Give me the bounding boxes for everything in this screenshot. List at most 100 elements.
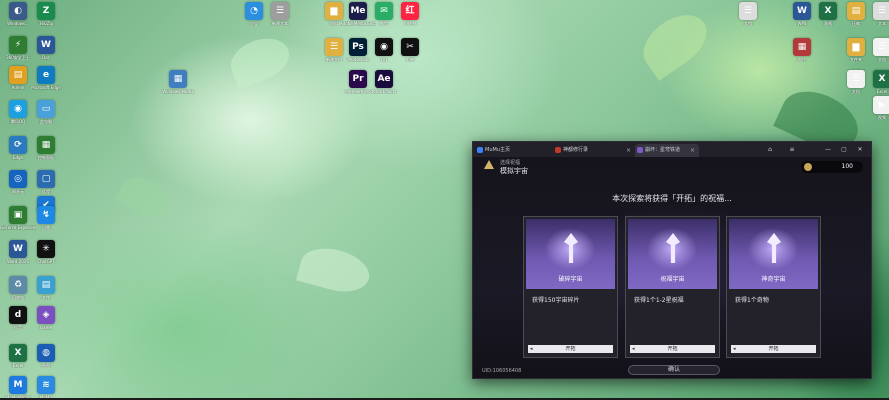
wallpaper-leaf [224,30,296,90]
app-icon: Ae [375,70,393,88]
desktop-icon-label: 剪映 [406,57,414,62]
tab-star-rail[interactable]: 崩坏：星穹铁道 × [635,144,699,157]
home-icon[interactable]: ⌂ [765,144,775,155]
tab-shendu[interactable]: 神都修行录 × [553,144,635,157]
select-card-button[interactable]: ◂ 开拓 [731,345,816,353]
select-card-label: 开拓 [667,346,678,352]
desktop-icon[interactable]: ◍ 画图 [28,344,64,368]
desktop-icon-label: 文档 [744,21,752,26]
desktop-icon[interactable]: ✳ ChatGPT [28,240,64,264]
desktop-icon[interactable]: X Excel [864,70,889,94]
app-icon: ▭ [37,100,55,118]
desktop-icon[interactable]: ☰ 新建文本 [262,2,298,26]
desktop-icon-label: 远程 [42,189,50,194]
mumu-emulator-window[interactable]: MuMu主页 神都修行录 × 崩坏：星穹铁道 × ⌂ ≡ — ▢ ✕ 选择祝福 … [472,141,872,379]
app-icon: ▶ [873,96,889,114]
app-icon: ▤ [9,66,27,84]
desktop-icon-label: 文件 [42,295,50,300]
trailblaze-emblem-icon [666,233,680,263]
desktop-icon[interactable]: ≋MuMu [28,376,64,400]
app-icon: ▢ [37,170,55,188]
app-icon: ☰ [739,2,757,20]
window-tab-bar: MuMu主页 神都修行录 × 崩坏：星穹铁道 × ⌂ ≡ — ▢ ✕ [473,142,871,157]
card-art-label: 神奇宇宙 [761,276,786,283]
app-icon: X [9,344,27,362]
desktop-icon-label: 小红书 [404,21,416,26]
desktop-icon[interactable]: Z 360Zip [28,2,64,26]
tab-label: 崩坏：星穹铁道 [645,147,681,153]
app-icon: ⟳ [9,136,27,154]
app-icon: ▣ [9,206,27,224]
desktop-icon[interactable]: ▤ 文件 [28,276,64,300]
desktop-icon[interactable]: Ae After Effects [366,70,402,94]
close-icon[interactable]: × [690,144,695,157]
card-art-label: 祝福宇宙 [660,276,685,283]
app-icon: ▤ [37,276,55,294]
desktop-icon[interactable]: ▶ 视频 [864,96,889,120]
desktop-icon[interactable]: ▤ Admin [0,66,36,90]
app-icon: ≋ [37,376,55,394]
app-icon: Pr [349,70,367,88]
mode-title: 模拟宇宙 [500,167,528,175]
maximize-icon[interactable]: ▢ [839,144,849,155]
card-art: 神奇宇宙 [729,219,818,289]
desktop-icon-label: Excel [876,89,888,94]
desktop-icon[interactable]: ▦ 图片 [784,38,820,62]
desktop-icon[interactable]: 红小红书 [392,2,428,26]
desktop-icon-label: Windows Media [162,89,194,94]
desktop-icon[interactable]: ◈ Game [28,306,64,330]
app-icon: ⚡ [9,36,27,54]
confirm-button[interactable]: 确认 [628,365,720,375]
desktop-icon-label: Admin [11,85,25,90]
app-icon: ◍ [37,344,55,362]
app-icon: ◎ [9,170,27,188]
blessing-card[interactable]: 祝福宇宙 获得1个1-2星祝福 ◂ 开拓 [625,216,720,358]
blessing-card[interactable]: 神奇宇宙 获得1个奇物 ◂ 开拓 [726,216,821,358]
desktop-icon[interactable]: ☰ 文本 [864,2,889,26]
app-icon: W [793,2,811,20]
desktop-icon[interactable]: ↯ 迅雷 [28,206,64,230]
desktop-icon[interactable]: W Doc [28,36,64,60]
wallpaper-leaf [633,3,717,82]
desktop-icon[interactable]: ▦ Windows Media [160,70,196,94]
app-icon: ◔ [245,2,263,20]
minimize-icon[interactable]: — [823,144,833,155]
app-icon: W [9,240,27,258]
close-icon[interactable]: ✕ [855,144,865,155]
select-card-button[interactable]: ◂ 开拓 [528,345,613,353]
app-icon: d [9,306,27,324]
desktop-icon-label: ChatGPT [37,259,55,264]
tab-mumu-home[interactable]: MuMu主页 [475,144,553,157]
mode-subtitle: 选择祝福 [500,160,521,166]
desktop-icon[interactable]: ▦ 控制面板 [28,136,64,160]
trailblaze-emblem-icon [767,233,781,263]
desktop-icon[interactable]: ▭ 此电脑 [28,100,64,124]
desktop-icon[interactable]: ☰ 文档 [730,2,766,26]
menu-icon[interactable]: ≡ [787,144,797,155]
player-uid: UID:106056408 [482,368,522,374]
app-icon: M [9,376,27,394]
card-art-label: 破碎宇宙 [558,276,583,283]
desktop-icon-label: 新建文本 [272,21,288,26]
app-icon: ▤ [847,2,865,20]
select-card-button[interactable]: ◂ 开拓 [630,345,715,353]
select-card-label: 开拓 [565,346,576,352]
blessing-card[interactable]: 破碎宇宙 获得150宇宙碎片 ◂ 开拓 [523,216,618,358]
app-icon: ▦ [793,38,811,56]
app-icon: X [873,70,889,88]
desktop-icon[interactable]: ✂ 剪映 [392,38,428,62]
app-icon: ☰ [271,2,289,20]
desktop-icon[interactable]: ▢ 远程 [28,170,64,194]
desktop-icon-label: 文档 [878,57,886,62]
desktop-icon[interactable]: ☰ 文档 [864,38,889,62]
wallpaper-leaf [114,169,176,225]
game-icon [555,147,561,153]
app-icon: ↯ [37,206,55,224]
app-icon: ☰ [847,70,865,88]
app-icon: ▆ [847,38,865,56]
desktop-icon-label: 控制面板 [38,155,54,160]
card-description: 获得1个1-2星祝福 [634,297,684,304]
mumu-logo-icon [477,147,483,153]
close-icon[interactable]: × [626,144,631,157]
currency-counter: 100 [801,161,863,173]
